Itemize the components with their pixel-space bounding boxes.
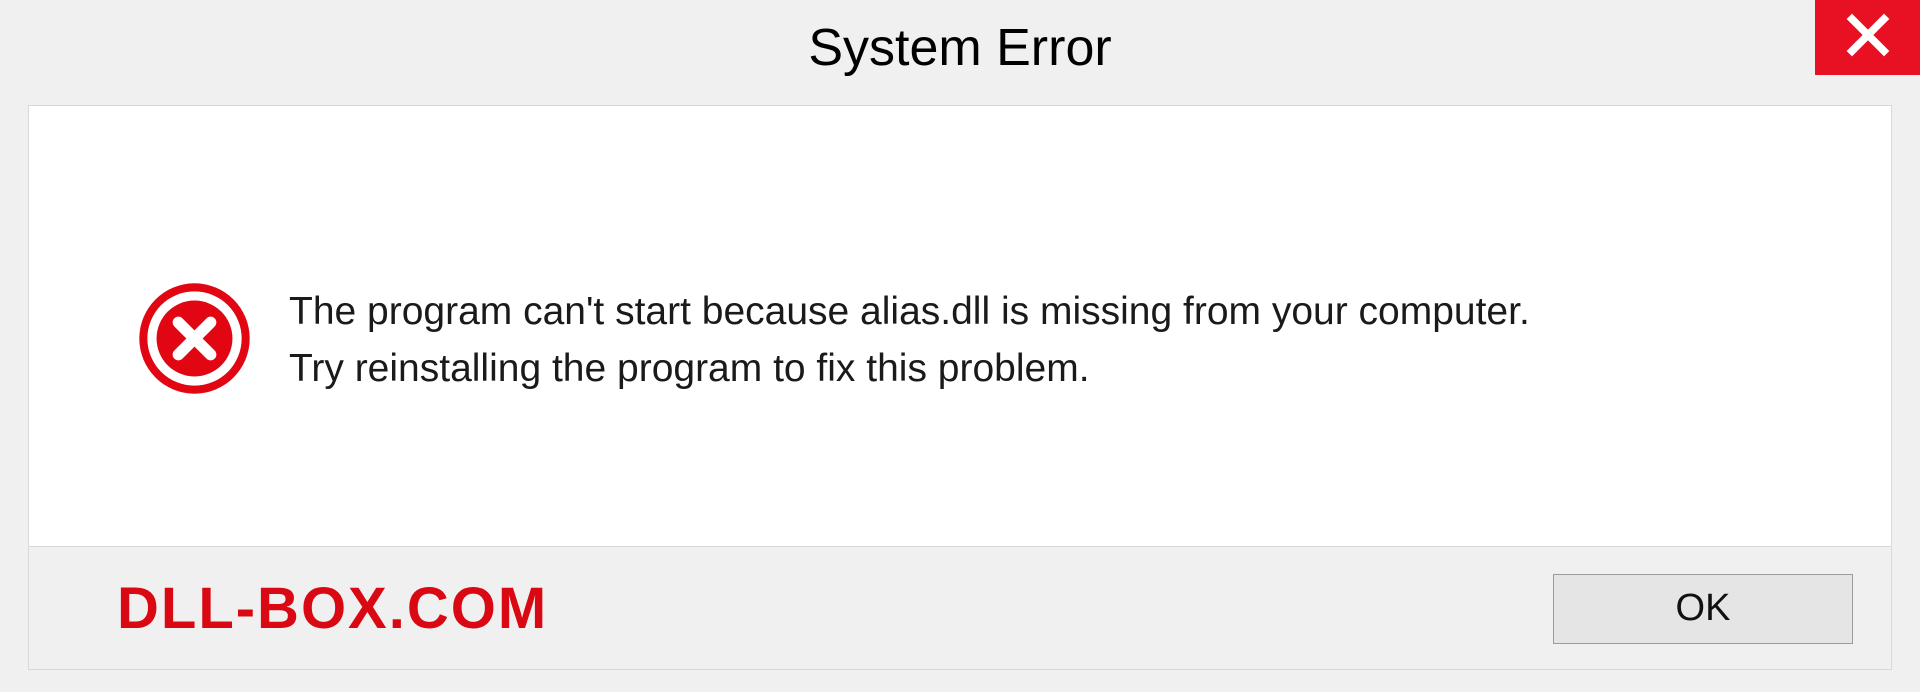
error-message: The program can't start because alias.dl… — [289, 284, 1811, 397]
close-icon — [1844, 11, 1892, 64]
ok-button[interactable]: OK — [1553, 574, 1853, 644]
dialog-title: System Error — [0, 18, 1920, 78]
message-panel: The program can't start because alias.dl… — [28, 105, 1892, 547]
error-icon — [137, 281, 252, 396]
error-message-line2: Try reinstalling the program to fix this… — [289, 347, 1090, 390]
close-button[interactable] — [1815, 0, 1920, 75]
error-message-line1: The program can't start because alias.dl… — [289, 290, 1530, 333]
dialog-footer: DLL-BOX.COM OK — [28, 548, 1892, 670]
watermark-text: DLL-BOX.COM — [117, 575, 548, 642]
